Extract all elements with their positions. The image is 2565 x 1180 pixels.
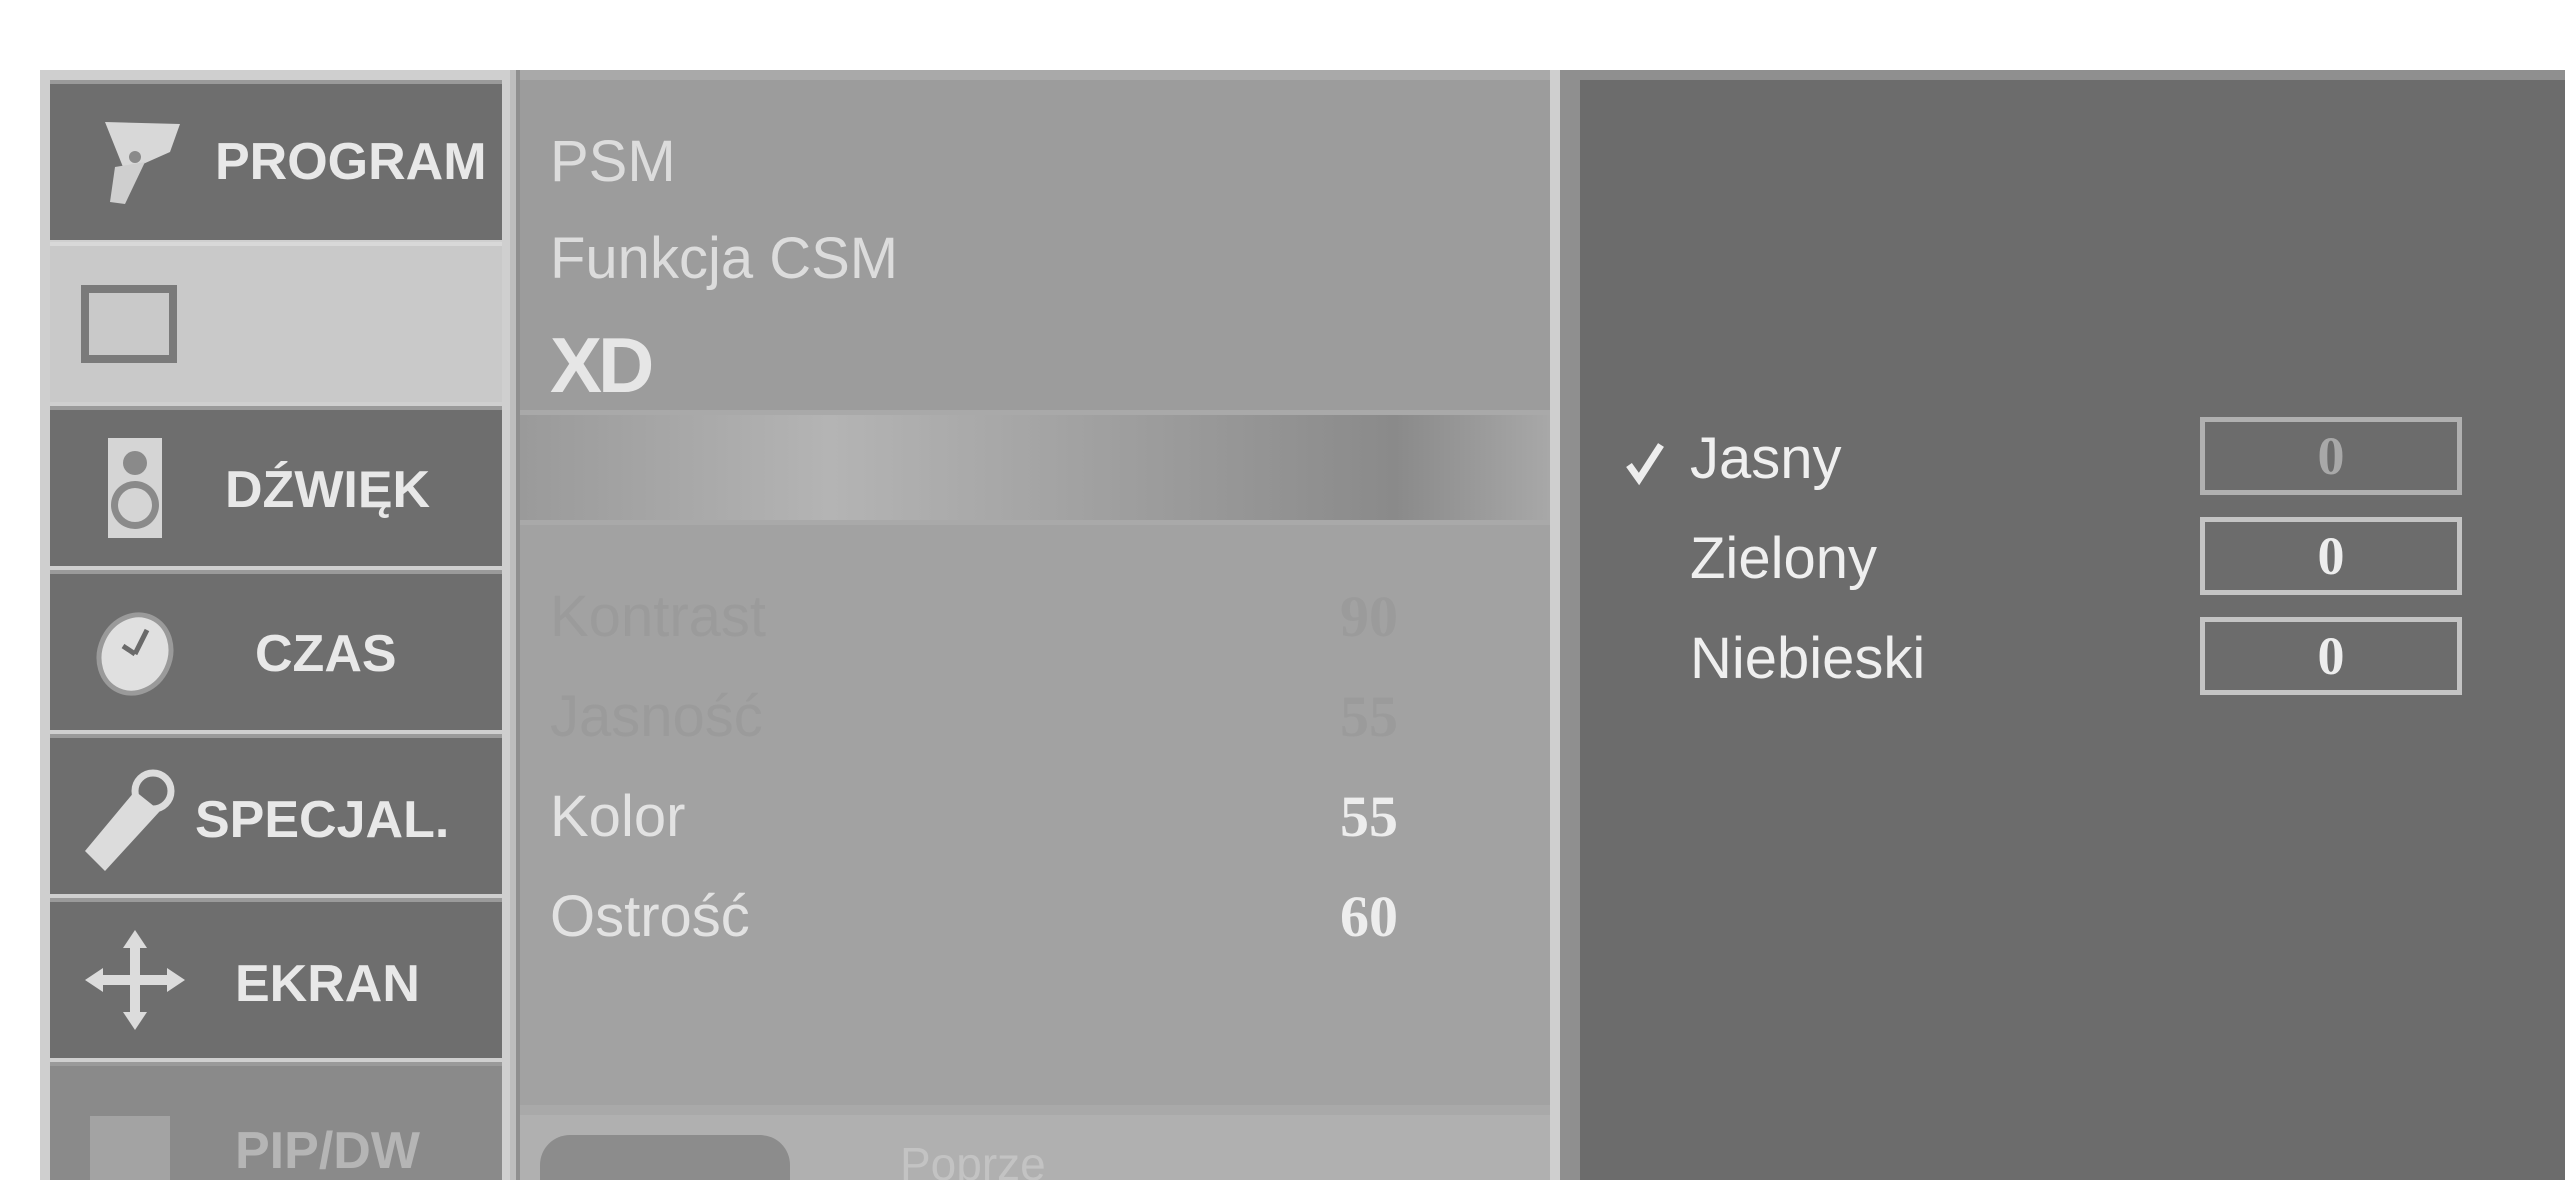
adjust-label: Kontrast [550, 584, 766, 649]
csm-option-value[interactable]: 0 [2200, 617, 2462, 695]
picture-submenu: PSM Funkcja CSM XD Kontrast 90 Jasność 5… [520, 70, 1560, 1180]
adjust-value: 55 [1340, 784, 1398, 849]
nav-button-pill[interactable] [540, 1135, 790, 1180]
menu-item-psm[interactable]: PSM [550, 128, 676, 195]
csm-option-label: Zielony [1690, 526, 1877, 591]
pip-icon [80, 1096, 190, 1180]
category-picture[interactable] [50, 242, 502, 402]
adjust-value: 90 [1340, 584, 1398, 649]
picture-adjustments: Kontrast 90 Jasność 55 Kolor 55 Ostrość … [520, 525, 1550, 1105]
csm-option-value[interactable]: 0 [2200, 517, 2462, 595]
nav-hint-bar: Poprze [520, 1115, 1550, 1180]
key-tag-icon [75, 761, 185, 871]
category-menu: PROGRAM DŹWIĘK CZAS SPECJAL. EKRAN PIP/D… [40, 70, 516, 1180]
adjust-label: Jasność [550, 684, 763, 749]
csm-option-label: Niebieski [1690, 626, 1926, 691]
clock-icon [80, 597, 190, 707]
selection-highlight-bar[interactable] [520, 415, 1550, 520]
speaker-icon [80, 433, 190, 543]
move-arrows-icon [80, 925, 190, 1035]
category-label: PROGRAM [215, 133, 487, 191]
xd-logo[interactable]: XD [550, 321, 720, 409]
category-time[interactable]: CZAS [50, 570, 502, 730]
csm-option-label: Jasny [1690, 426, 1842, 491]
xd-logo-text: XD [550, 330, 652, 400]
csm-option-value[interactable]: 0 [2200, 417, 2462, 495]
menu-item-csm[interactable]: Funkcja CSM [550, 225, 898, 292]
adjust-label: Kolor [550, 784, 686, 849]
picture-screen-icon [75, 269, 185, 379]
category-label: DŹWIĘK [225, 461, 431, 519]
picture-mode-section: PSM Funkcja CSM XD [520, 80, 1550, 410]
checkmark-icon [1625, 439, 1665, 489]
nav-hint-text: Poprze [900, 1138, 1046, 1180]
csm-option-blue[interactable]: Niebieski 0 [1580, 617, 2565, 715]
adjust-row-color[interactable]: Kolor 55 [550, 783, 1450, 863]
csm-color-panel: Jasny 0 Zielony 0 Niebieski 0 [1580, 80, 2565, 1180]
category-label: SPECJAL. [195, 791, 450, 849]
category-special[interactable]: SPECJAL. [50, 734, 502, 894]
category-pip[interactable]: PIP/DW [50, 1062, 502, 1180]
category-program[interactable]: PROGRAM [50, 80, 502, 240]
adjust-row-sharpness[interactable]: Ostrość 60 [550, 883, 1450, 963]
adjust-row-contrast[interactable]: Kontrast 90 [550, 583, 1450, 663]
csm-option-warm[interactable]: Jasny 0 [1580, 417, 2565, 515]
satellite-dish-icon [80, 107, 190, 217]
adjust-row-brightness[interactable]: Jasność 55 [550, 683, 1450, 763]
csm-option-green[interactable]: Zielony 0 [1580, 517, 2565, 615]
category-label: CZAS [255, 625, 397, 683]
category-label: PIP/DW [235, 1122, 420, 1180]
category-screen[interactable]: EKRAN [50, 898, 502, 1058]
category-label: EKRAN [235, 955, 420, 1013]
tv-osd-screen: PROGRAM DŹWIĘK CZAS SPECJAL. EKRAN PIP/D… [40, 70, 2565, 1180]
adjust-value: 55 [1340, 684, 1398, 749]
adjust-label: Ostrość [550, 884, 750, 949]
category-sound[interactable]: DŹWIĘK [50, 406, 502, 566]
adjust-value: 60 [1340, 884, 1398, 949]
